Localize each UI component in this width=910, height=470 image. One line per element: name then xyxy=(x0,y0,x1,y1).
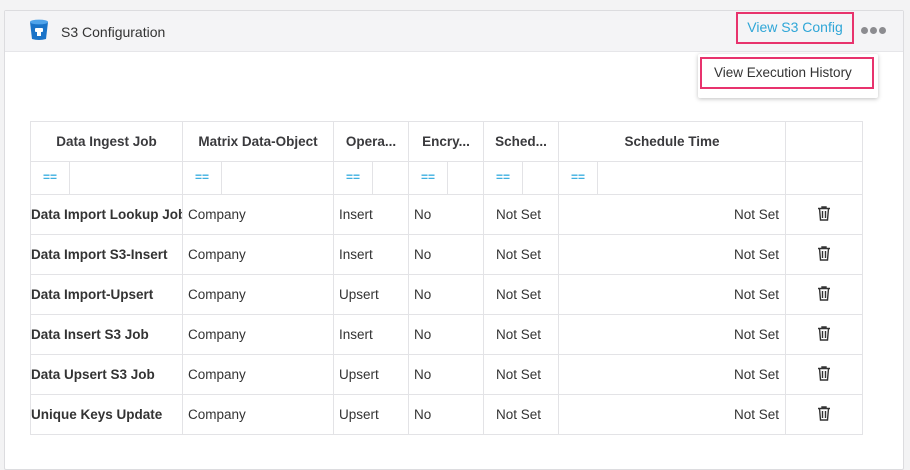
schedule-cell: Not Set xyxy=(483,354,559,395)
delete-button[interactable] xyxy=(785,274,863,315)
job-name-link[interactable]: Data Import S3-Insert xyxy=(30,234,183,275)
job-name-link[interactable]: Data Insert S3 Job xyxy=(30,314,183,355)
table-row: Unique Keys Update Company Upsert No Not… xyxy=(30,394,863,435)
column-header-operation[interactable]: Opera... xyxy=(333,121,409,162)
schedule-time-cell: Not Set xyxy=(558,314,786,355)
panel-title: S3 Configuration xyxy=(61,24,166,40)
column-header-matrix-data-object[interactable]: Matrix Data-Object xyxy=(182,121,334,162)
menu-item-view-execution-history[interactable]: View Execution History xyxy=(700,57,874,89)
delete-button[interactable] xyxy=(785,394,863,435)
data-ingest-jobs-table: Data Ingest Job Matrix Data-Object Opera… xyxy=(30,121,863,435)
filter-input[interactable] xyxy=(598,163,785,194)
operation-cell: Upsert xyxy=(333,274,409,315)
filter-input[interactable] xyxy=(448,163,483,194)
trash-icon xyxy=(818,285,830,301)
bucket-icon xyxy=(30,19,48,40)
filter-input[interactable] xyxy=(523,163,558,194)
delete-button[interactable] xyxy=(785,234,863,275)
table-header-row: Data Ingest Job Matrix Data-Object Opera… xyxy=(30,121,863,162)
encryption-cell: No xyxy=(408,314,484,355)
filter-input[interactable] xyxy=(70,163,182,194)
operation-cell: Insert xyxy=(333,314,409,355)
filter-empty-cell xyxy=(785,161,863,195)
encryption-cell: No xyxy=(408,234,484,275)
filter-icon[interactable]: == xyxy=(32,162,70,194)
column-header-schedule-time[interactable]: Schedule Time xyxy=(558,121,786,162)
table-row: Data Insert S3 Job Company Insert No Not… xyxy=(30,314,863,355)
operation-cell: Insert xyxy=(333,234,409,275)
encryption-cell: No xyxy=(408,194,484,235)
filter-icon[interactable]: == xyxy=(560,162,598,194)
job-name-link[interactable]: Unique Keys Update xyxy=(30,394,183,435)
job-name-link[interactable]: Data Upsert S3 Job xyxy=(30,354,183,395)
options-dropdown: View Execution History xyxy=(698,54,878,98)
operation-cell: Insert xyxy=(333,194,409,235)
data-object-cell: Company xyxy=(182,394,334,435)
s3-configuration-panel: S3 Configuration View S3 Config View Exe… xyxy=(4,10,904,470)
panel-header: S3 Configuration View S3 Config xyxy=(5,11,903,52)
schedule-time-cell: Not Set xyxy=(558,394,786,435)
data-object-cell: Company xyxy=(182,194,334,235)
filter-row: == == == == == == xyxy=(30,161,863,195)
more-icon xyxy=(861,27,868,34)
schedule-time-cell: Not Set xyxy=(558,274,786,315)
table-row: Data Import Lookup Job Company Insert No… xyxy=(30,194,863,235)
schedule-cell: Not Set xyxy=(483,274,559,315)
table-row: Data Import S3-Insert Company Insert No … xyxy=(30,234,863,275)
delete-button[interactable] xyxy=(785,194,863,235)
encryption-cell: No xyxy=(408,394,484,435)
trash-icon xyxy=(818,325,830,341)
filter-input[interactable] xyxy=(222,163,333,194)
filter-icon[interactable]: == xyxy=(335,162,373,194)
column-header-encryption[interactable]: Encry... xyxy=(408,121,484,162)
more-icon-dot xyxy=(870,27,877,34)
column-header-schedule[interactable]: Sched... xyxy=(483,121,559,162)
schedule-cell: Not Set xyxy=(483,194,559,235)
schedule-time-cell: Not Set xyxy=(558,234,786,275)
data-object-cell: Company xyxy=(182,314,334,355)
table-row: Data Upsert S3 Job Company Upsert No Not… xyxy=(30,354,863,395)
column-header-data-ingest-job[interactable]: Data Ingest Job xyxy=(30,121,183,162)
column-header-actions xyxy=(785,121,863,162)
operation-cell: Upsert xyxy=(333,394,409,435)
job-name-link[interactable]: Data Import-Upsert xyxy=(30,274,183,315)
encryption-cell: No xyxy=(408,354,484,395)
job-name-link[interactable]: Data Import Lookup Job xyxy=(30,194,183,235)
trash-icon xyxy=(818,365,830,381)
schedule-time-cell: Not Set xyxy=(558,194,786,235)
data-object-cell: Company xyxy=(182,274,334,315)
table-row: Data Import-Upsert Company Upsert No Not… xyxy=(30,274,863,315)
trash-icon xyxy=(818,205,830,221)
schedule-cell: Not Set xyxy=(483,394,559,435)
schedule-cell: Not Set xyxy=(483,314,559,355)
more-icon-dot xyxy=(879,27,886,34)
trash-icon xyxy=(818,245,830,261)
more-options-button[interactable] xyxy=(861,27,887,35)
delete-button[interactable] xyxy=(785,314,863,355)
filter-icon[interactable]: == xyxy=(410,162,448,194)
delete-button[interactable] xyxy=(785,354,863,395)
data-object-cell: Company xyxy=(182,234,334,275)
operation-cell: Upsert xyxy=(333,354,409,395)
encryption-cell: No xyxy=(408,274,484,315)
schedule-time-cell: Not Set xyxy=(558,354,786,395)
trash-icon xyxy=(818,405,830,421)
schedule-cell: Not Set xyxy=(483,234,559,275)
filter-input[interactable] xyxy=(373,163,408,194)
view-s3-config-link[interactable]: View S3 Config xyxy=(736,12,854,44)
data-object-cell: Company xyxy=(182,354,334,395)
filter-icon[interactable]: == xyxy=(184,162,222,194)
filter-icon[interactable]: == xyxy=(485,162,523,194)
